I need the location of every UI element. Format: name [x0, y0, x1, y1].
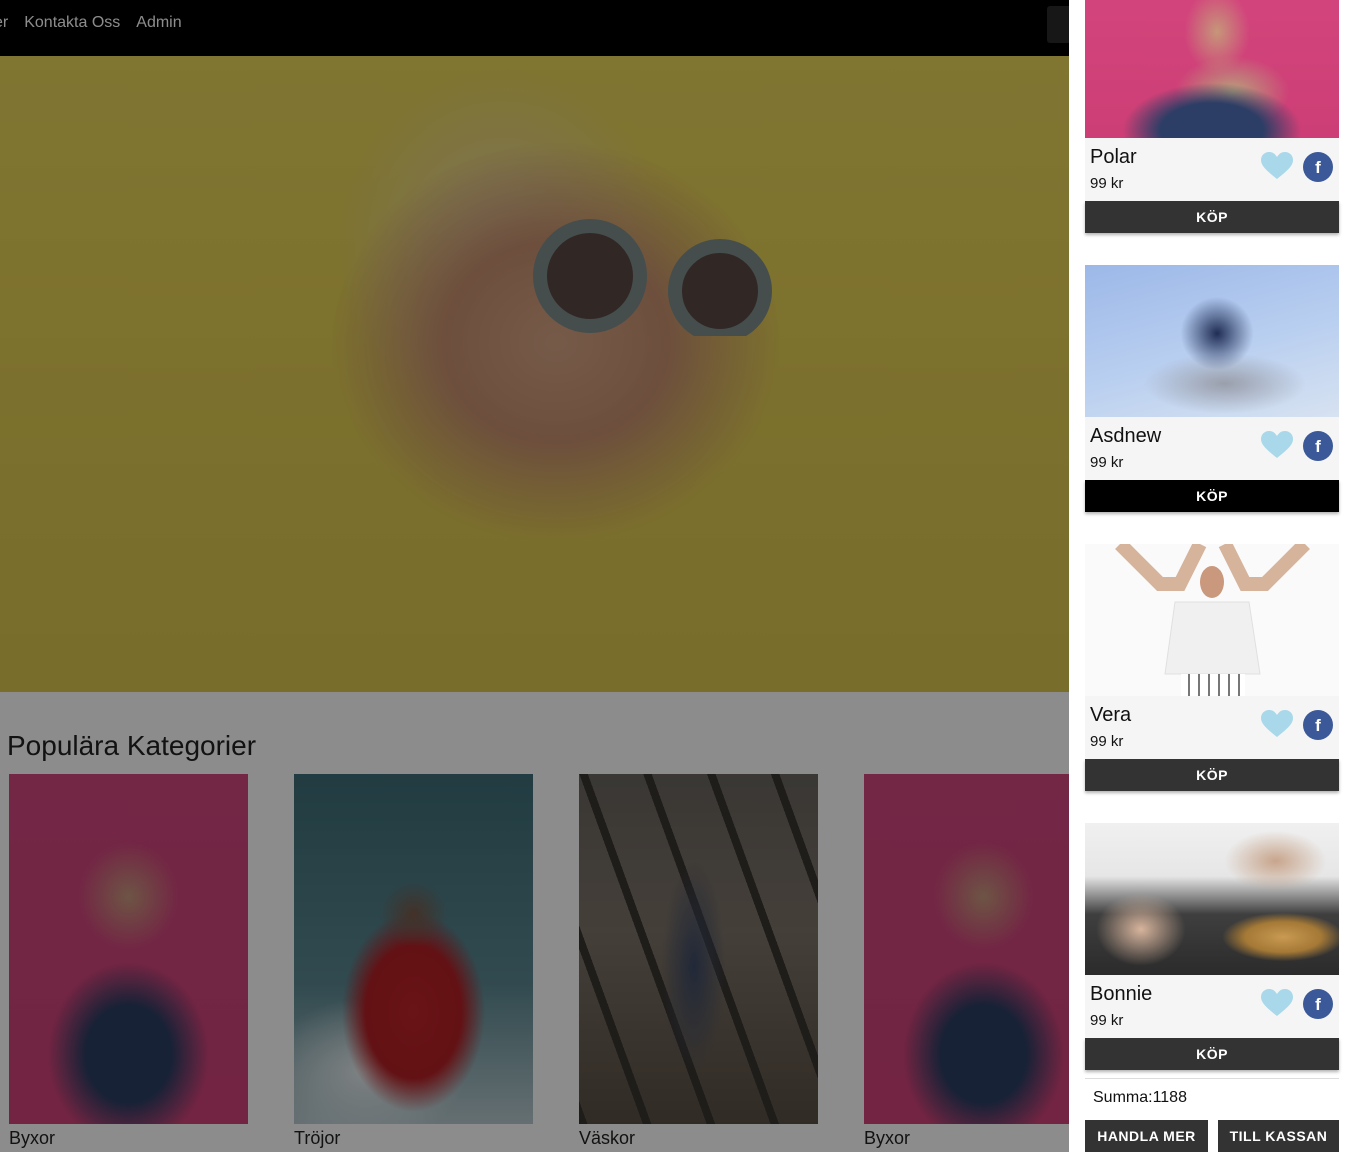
- product-image: [1085, 544, 1339, 696]
- buy-button[interactable]: KÖP: [1085, 1038, 1339, 1070]
- product-info: Vera 99 kr f: [1085, 696, 1339, 759]
- cart-item: Polar 99 kr f KÖP: [1085, 0, 1339, 233]
- product-info: Polar 99 kr f: [1085, 138, 1339, 201]
- product-image-art: [1085, 544, 1339, 696]
- product-price: 99 kr: [1090, 1012, 1124, 1029]
- facebook-icon[interactable]: f: [1303, 710, 1333, 740]
- checkout-button[interactable]: TILL KASSAN: [1218, 1120, 1339, 1152]
- product-price: 99 kr: [1090, 175, 1124, 192]
- backdrop-overlay[interactable]: [0, 0, 1069, 1152]
- cart-item: Asdnew 99 kr f KÖP: [1085, 265, 1339, 512]
- product-info: Asdnew 99 kr f: [1085, 417, 1339, 480]
- heart-icon[interactable]: [1261, 431, 1293, 459]
- product-price: 99 kr: [1090, 733, 1124, 750]
- product-name: Polar: [1090, 146, 1137, 168]
- product-info: Bonnie 99 kr f: [1085, 975, 1339, 1038]
- heart-icon[interactable]: [1261, 710, 1293, 738]
- cart-item: Bonnie 99 kr f KÖP: [1085, 823, 1339, 1070]
- buy-button[interactable]: KÖP: [1085, 759, 1339, 791]
- cart-item: Vera 99 kr f KÖP: [1085, 544, 1339, 791]
- heart-icon[interactable]: [1261, 989, 1293, 1017]
- facebook-icon[interactable]: f: [1303, 431, 1333, 461]
- cart-divider: [1085, 1078, 1339, 1079]
- cart-sum: Summa:1188: [1093, 1089, 1187, 1106]
- buy-button[interactable]: KÖP: [1085, 201, 1339, 233]
- product-image: [1085, 0, 1339, 138]
- heart-icon[interactable]: [1261, 152, 1293, 180]
- product-name: Vera: [1090, 704, 1132, 726]
- product-image: [1085, 265, 1339, 417]
- continue-shopping-button[interactable]: HANDLA MER: [1085, 1120, 1208, 1152]
- page: er Kontakta Oss Admin Populära Kategorie…: [0, 0, 1353, 1152]
- product-name: Bonnie: [1090, 983, 1153, 1005]
- facebook-icon[interactable]: f: [1303, 152, 1333, 182]
- cart-drawer: Polar 99 kr f KÖP Asdnew 99 kr f KÖP Ver…: [1069, 0, 1353, 1152]
- buy-button[interactable]: KÖP: [1085, 480, 1339, 512]
- product-price: 99 kr: [1090, 454, 1124, 471]
- product-image: [1085, 823, 1339, 975]
- facebook-icon[interactable]: f: [1303, 989, 1333, 1019]
- product-name: Asdnew: [1090, 425, 1162, 447]
